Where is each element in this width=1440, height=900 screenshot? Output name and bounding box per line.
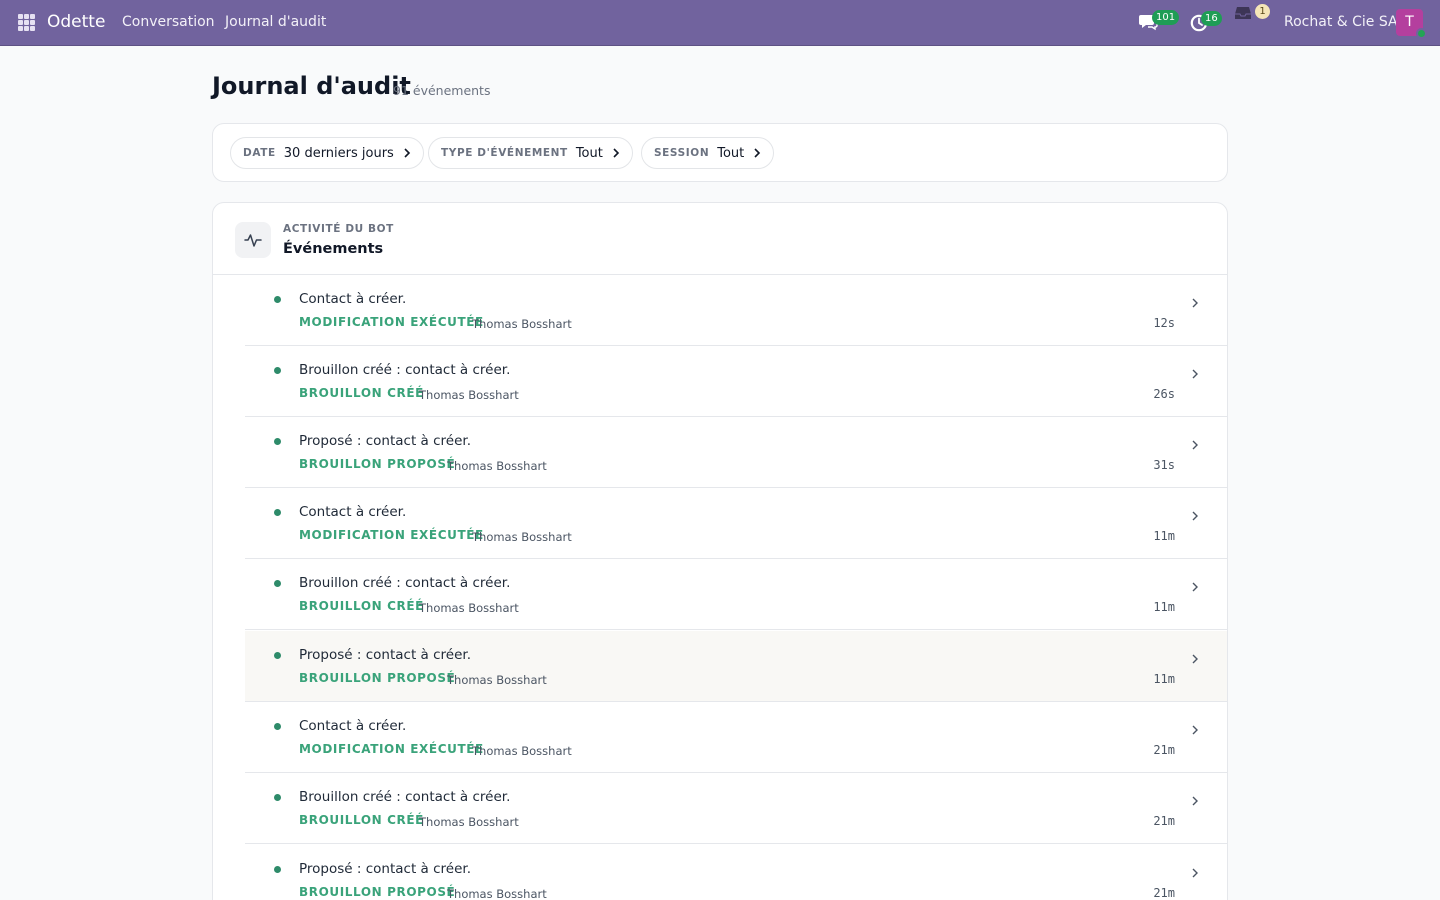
event-time: 31s — [1153, 458, 1175, 472]
event-time: 21m — [1153, 886, 1175, 900]
filter-value: 30 derniers jours — [283, 145, 394, 161]
event-count: 91 événements — [393, 83, 491, 98]
event-description: Contact à créer. — [299, 291, 407, 307]
event-time: 12s — [1153, 316, 1175, 330]
event-type: MODIFICATION EXÉCUTÉE — [299, 315, 484, 329]
event-user: Thomas Bosshart — [447, 673, 547, 687]
status-dot — [274, 509, 281, 516]
status-dot — [274, 438, 281, 445]
chevron-right-icon — [1192, 440, 1198, 450]
event-type: BROUILLON PROPOSÉ — [299, 457, 456, 471]
chevron-right-icon — [1192, 654, 1198, 664]
status-dot — [274, 866, 281, 873]
filter-value: Tout — [575, 145, 603, 161]
chevron-right-icon — [1192, 298, 1198, 308]
page-title: Journal d'audit — [212, 72, 411, 100]
event-row[interactable]: Brouillon créé : contact à créer. BROUIL… — [245, 773, 1227, 844]
chevron-right-icon — [1192, 725, 1198, 735]
event-description: Proposé : contact à créer. — [299, 647, 471, 663]
event-time: 26s — [1153, 387, 1175, 401]
filter-chip-event-type[interactable]: TYPE D'ÉVÉNEMENT Tout — [428, 137, 633, 169]
event-user: Thomas Bosshart — [472, 744, 572, 758]
event-user: Thomas Bosshart — [472, 317, 572, 331]
events-panel-kicker: ACTIVITÉ DU BOT — [283, 223, 394, 235]
event-description: Brouillon créé : contact à créer. — [299, 362, 511, 378]
event-row[interactable]: Contact à créer. MODIFICATION EXÉCUTÉE T… — [245, 275, 1227, 346]
chevron-right-icon — [1192, 868, 1198, 878]
event-type: BROUILLON CRÉÉ — [299, 813, 424, 827]
online-status-dot — [1416, 28, 1427, 39]
event-row[interactable]: Proposé : contact à créer. BROUILLON PRO… — [245, 417, 1227, 488]
inbox-icon[interactable] — [1234, 6, 1252, 20]
event-description: Proposé : contact à créer. — [299, 861, 471, 877]
event-user: Thomas Bosshart — [419, 388, 519, 402]
filter-label: DATE — [243, 147, 276, 159]
event-type: BROUILLON CRÉÉ — [299, 599, 424, 613]
event-description: Brouillon créé : contact à créer. — [299, 789, 511, 805]
company-switcher[interactable]: Rochat & Cie SA — [1284, 14, 1398, 30]
nav-link-conversation[interactable]: Conversation — [122, 14, 215, 30]
event-time: 21m — [1153, 743, 1175, 757]
event-user: Thomas Bosshart — [419, 601, 519, 615]
status-dot — [274, 367, 281, 374]
filter-value: Tout — [717, 145, 745, 161]
event-row[interactable]: Proposé : contact à créer. BROUILLON PRO… — [245, 845, 1227, 900]
event-description: Brouillon créé : contact à créer. — [299, 575, 511, 591]
event-row[interactable]: Contact à créer. MODIFICATION EXÉCUTÉE T… — [245, 702, 1227, 773]
event-description: Contact à créer. — [299, 718, 407, 734]
event-time: 21m — [1153, 814, 1175, 828]
filter-bar: DATE 30 derniers jours TYPE D'ÉVÉNEMENT … — [212, 123, 1228, 182]
nav-link-journal-audit[interactable]: Journal d'audit — [225, 14, 326, 30]
filter-label: TYPE D'ÉVÉNEMENT — [441, 147, 568, 159]
event-row[interactable]: Contact à créer. MODIFICATION EXÉCUTÉE T… — [245, 488, 1227, 559]
event-row[interactable]: Brouillon créé : contact à créer. BROUIL… — [245, 346, 1227, 417]
chevron-right-icon — [1192, 369, 1198, 379]
event-type: MODIFICATION EXÉCUTÉE — [299, 742, 484, 756]
event-description: Contact à créer. — [299, 504, 407, 520]
events-panel-header: ACTIVITÉ DU BOT Événements — [213, 203, 1227, 275]
activity-badge: 16 — [1201, 11, 1222, 26]
top-navbar: Odette Conversation Journal d'audit 101 … — [0, 0, 1440, 46]
events-panel: ACTIVITÉ DU BOT Événements Contact à cré… — [212, 202, 1228, 900]
filter-chip-date[interactable]: DATE 30 derniers jours — [230, 137, 424, 169]
chevron-right-icon — [1192, 582, 1198, 592]
app-brand[interactable]: Odette — [47, 12, 105, 32]
chevron-right-icon — [613, 148, 619, 158]
event-row[interactable]: Brouillon créé : contact à créer. BROUIL… — [245, 559, 1227, 630]
event-type: BROUILLON PROPOSÉ — [299, 885, 456, 899]
status-dot — [274, 296, 281, 303]
event-time: 11m — [1153, 529, 1175, 543]
chevron-right-icon — [404, 148, 410, 158]
status-dot — [274, 580, 281, 587]
filter-label: SESSION — [654, 147, 710, 159]
events-panel-title: Événements — [283, 241, 384, 257]
user-avatar[interactable]: T — [1396, 9, 1427, 39]
event-time: 11m — [1153, 672, 1175, 686]
status-dot — [274, 794, 281, 801]
apps-grid-icon[interactable] — [18, 14, 35, 31]
chevron-right-icon — [1192, 511, 1198, 521]
filter-chip-session[interactable]: SESSION Tout — [641, 137, 775, 169]
chevron-right-icon — [1192, 796, 1198, 806]
event-user: Thomas Bosshart — [472, 530, 572, 544]
avatar-initial: T — [1405, 14, 1414, 30]
event-type: BROUILLON PROPOSÉ — [299, 671, 456, 685]
event-user: Thomas Bosshart — [419, 815, 519, 829]
event-type: BROUILLON CRÉÉ — [299, 386, 424, 400]
event-type: MODIFICATION EXÉCUTÉE — [299, 528, 484, 542]
chat-badge: 101 — [1152, 10, 1180, 25]
event-description: Proposé : contact à créer. — [299, 433, 471, 449]
status-dot — [274, 723, 281, 730]
event-user: Thomas Bosshart — [447, 887, 547, 900]
inbox-badge: 1 — [1255, 4, 1270, 19]
event-time: 11m — [1153, 600, 1175, 614]
activity-pulse-icon — [235, 222, 271, 258]
chevron-right-icon — [754, 148, 761, 158]
event-user: Thomas Bosshart — [447, 459, 547, 473]
status-dot — [274, 652, 281, 659]
event-row[interactable]: Proposé : contact à créer. BROUILLON PRO… — [245, 631, 1227, 702]
